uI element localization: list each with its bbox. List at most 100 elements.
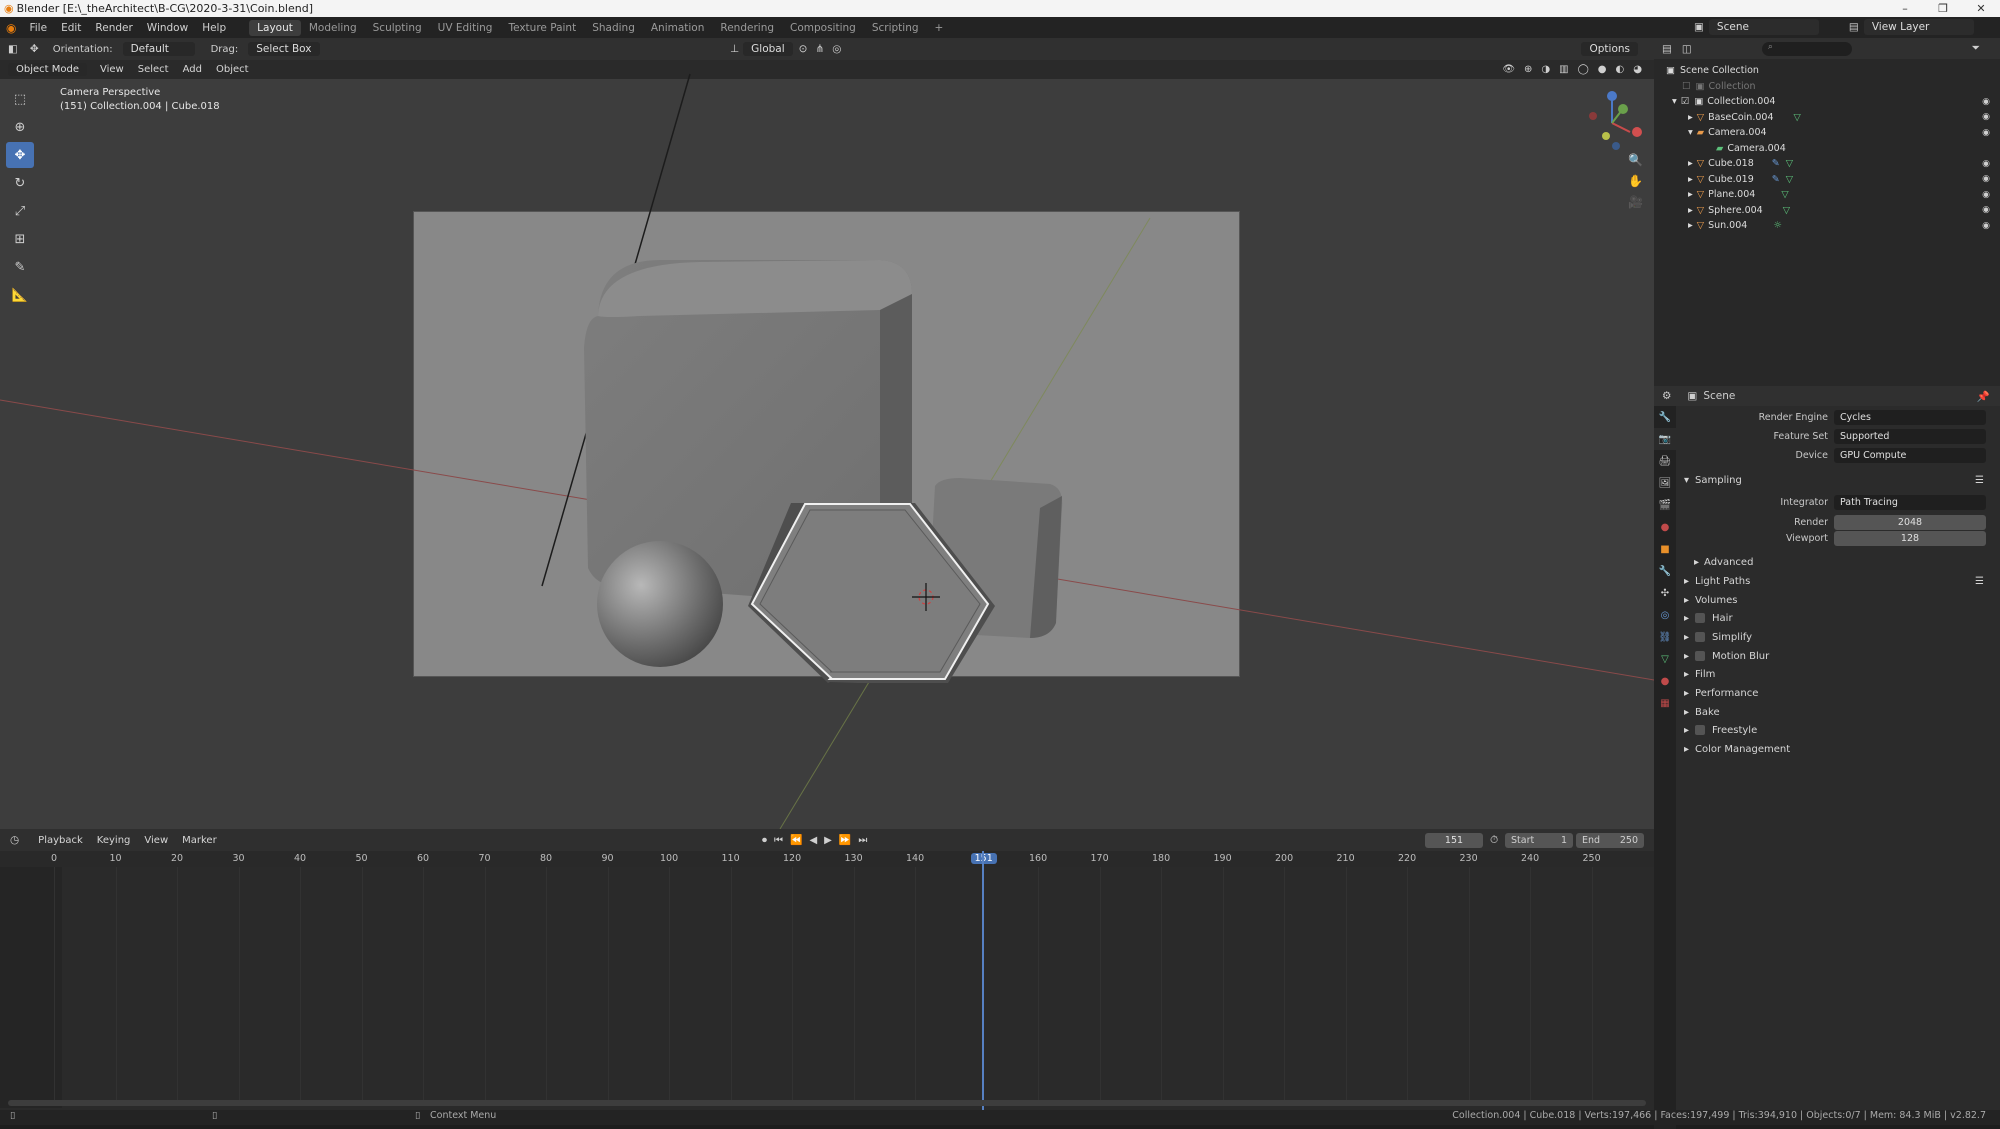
cursor-tool-icon[interactable]: ⊕ — [6, 114, 34, 140]
annotate-tool-icon[interactable]: ✎ — [6, 254, 34, 280]
presets-icon[interactable]: ☰ — [1975, 475, 1984, 486]
hair-checkbox[interactable] — [1695, 613, 1706, 623]
panel-color-management[interactable]: ▸ Color Management — [1684, 740, 1984, 758]
render-engine-dropdown[interactable]: Cycles — [1834, 410, 1986, 425]
gizmo-y-axis-icon[interactable] — [1618, 104, 1628, 114]
visibility-eye-icon[interactable]: ◉ — [1982, 128, 1990, 138]
expand-arrow-icon[interactable]: ▸ — [1688, 112, 1693, 123]
move-tool-icon[interactable]: ✥ — [6, 142, 34, 168]
visibility-eye-icon[interactable]: ◉ — [1982, 174, 1990, 184]
presets-icon[interactable]: ☰ — [1975, 576, 1984, 587]
output-tab-icon[interactable]: 🖨 — [1654, 450, 1676, 472]
texture-tab-icon[interactable]: ▦ — [1654, 692, 1676, 714]
visibility-eye-icon[interactable]: ◉ — [1982, 159, 1990, 169]
expand-arrow-icon[interactable]: ▸ — [1688, 174, 1693, 185]
tab-animation[interactable]: Animation — [643, 20, 713, 36]
modifier-tab-icon[interactable]: 🔧 — [1654, 560, 1676, 582]
close-button[interactable]: ✕ — [1962, 0, 2000, 17]
expand-arrow-icon[interactable]: ▸ — [1688, 158, 1693, 169]
display-mode-icon[interactable]: ◫ — [1682, 43, 1692, 55]
menu-window[interactable]: Window — [140, 22, 195, 34]
panel-simplify[interactable]: ▸ Simplify — [1684, 628, 1984, 646]
add-workspace-icon[interactable]: + — [927, 20, 952, 36]
gizmo-neg-z-icon[interactable] — [1612, 142, 1620, 150]
stopwatch-icon[interactable]: ⏱ — [1490, 834, 1498, 847]
panel-hair[interactable]: ▸ Hair — [1684, 609, 1984, 627]
expand-arrow-icon[interactable]: ▾ — [1672, 96, 1677, 107]
panel-bake[interactable]: ▸ Bake — [1684, 703, 1984, 721]
tab-layout[interactable]: Layout — [249, 19, 301, 36]
checkbox-icon[interactable]: ☐ — [1682, 81, 1691, 92]
expand-arrow-icon[interactable]: ▸ — [1688, 189, 1693, 200]
expand-arrow-icon[interactable]: ▾ — [1688, 127, 1693, 138]
panel-volumes[interactable]: ▸ Volumes — [1684, 591, 1984, 609]
outliner-row-collection-004[interactable]: ▾ ☑ ▣ Collection.004 ◉ — [1666, 94, 2000, 110]
timeline-editor[interactable]: ◷ Playback Keying View Marker ⏺ ⏮ ⏪ ◀ ▶ … — [0, 829, 1654, 1116]
tab-compositing[interactable]: Compositing — [782, 20, 864, 36]
gizmo-x-axis-icon[interactable] — [1632, 127, 1642, 137]
camera-view-icon[interactable]: 🎥 — [1628, 195, 1643, 209]
zoom-icon[interactable]: 🔍 — [1628, 153, 1643, 167]
outliner-row-plane[interactable]: ▸ ▽ Plane.004 ▽ ◉ — [1666, 187, 2000, 203]
gizmo-neg-y-icon[interactable] — [1602, 132, 1610, 140]
motion-blur-checkbox[interactable] — [1695, 651, 1706, 661]
tab-scripting[interactable]: Scripting — [864, 20, 927, 36]
render-tab-icon[interactable]: 📷 — [1654, 428, 1676, 450]
outliner-row-sphere[interactable]: ▸ ▽ Sphere.004 ▽ ◉ — [1666, 203, 2000, 219]
particles-tab-icon[interactable]: ✣ — [1654, 582, 1676, 604]
pan-hand-icon[interactable]: ✋ — [1628, 174, 1643, 188]
transform-tool-icon[interactable]: ⊞ — [6, 226, 34, 252]
jump-end-icon[interactable]: ⏭ — [858, 835, 867, 846]
timeline-editor-type-icon[interactable]: ◷ — [10, 834, 19, 846]
timeline-scrollbar[interactable] — [8, 1100, 1646, 1106]
rotate-tool-icon[interactable]: ↻ — [6, 170, 34, 196]
simplify-checkbox[interactable] — [1695, 632, 1706, 642]
integrator-dropdown[interactable]: Path Tracing — [1834, 495, 1986, 510]
scene-collection-row[interactable]: ▣ Scene Collection — [1666, 63, 2000, 79]
gizmo-neg-x-icon[interactable] — [1589, 112, 1597, 120]
end-frame-field[interactable]: End 250 — [1576, 832, 1644, 848]
measure-tool-icon[interactable]: 📐 — [6, 282, 34, 308]
outliner-row-camera[interactable]: ▾ ▰ Camera.004 ◉ — [1666, 125, 2000, 141]
scene-selector[interactable]: Scene — [1708, 19, 1819, 35]
tab-shading[interactable]: Shading — [584, 20, 643, 36]
frame-ruler[interactable]: 0 10 20 30 40 50 60 70 80 90 100 110 120 130 140 151 160… — [0, 851, 1654, 867]
visibility-eye-icon[interactable]: ◉ — [1982, 190, 1990, 200]
timeline-menu-keying[interactable]: Keying — [90, 834, 138, 847]
maximize-button[interactable]: ❐ — [1924, 0, 1962, 17]
view-layer-selector[interactable]: View Layer — [1863, 19, 1974, 35]
minimize-button[interactable]: – — [1886, 0, 1924, 17]
play-icon[interactable]: ▶ — [824, 835, 832, 846]
record-icon[interactable]: ⏺ — [762, 835, 767, 846]
tool-tab-icon[interactable]: 🔧 — [1654, 406, 1676, 428]
3d-viewport[interactable]: ◧ ✥ Orientation: Default Drag: Select Bo… — [0, 38, 1654, 829]
jump-start-icon[interactable]: ⏮ — [774, 835, 783, 846]
constraints-tab-icon[interactable]: ⛓ — [1654, 626, 1676, 648]
outliner-row-cube-018[interactable]: ▸ ▽ Cube.018 ✎ ▽ ◉ — [1666, 156, 2000, 172]
viewport-samples-field[interactable]: 128 — [1834, 531, 1986, 546]
tab-sculpting[interactable]: Sculpting — [365, 20, 430, 36]
outliner-search-field[interactable]: ⌕ — [1761, 41, 1852, 56]
timeline-menu-playback[interactable]: Playback — [31, 834, 90, 847]
render-samples-field[interactable]: 2048 — [1834, 515, 1986, 530]
panel-light-paths[interactable]: ▸ Light Paths ☰ — [1684, 572, 1984, 590]
device-dropdown[interactable]: GPU Compute — [1834, 448, 1986, 463]
checkbox-checked-icon[interactable]: ☑ — [1681, 96, 1690, 107]
outliner-row-collection[interactable]: ☐ ▣ Collection — [1666, 79, 2000, 95]
panel-performance[interactable]: ▸ Performance — [1684, 684, 1984, 702]
outliner-row-basecoin[interactable]: ▸ ▽ BaseCoin.004 ▽ ◉ — [1666, 110, 2000, 126]
blender-menu-icon[interactable]: ◉ — [0, 21, 22, 35]
current-frame-field[interactable]: 151 — [1425, 832, 1483, 848]
outliner-editor-type-icon[interactable]: ▤ — [1662, 43, 1672, 55]
play-reverse-icon[interactable]: ◀ — [809, 835, 817, 846]
visibility-eye-icon[interactable]: ◉ — [1982, 205, 1990, 215]
playhead-line[interactable] — [982, 851, 984, 1116]
visibility-eye-icon[interactable]: ◉ — [1982, 221, 1990, 231]
data-tab-icon[interactable]: ▽ — [1654, 648, 1676, 670]
freestyle-checkbox[interactable] — [1695, 725, 1706, 735]
properties-editor-type-icon[interactable]: ⚙ — [1662, 390, 1671, 402]
material-tab-icon[interactable]: ● — [1654, 670, 1676, 692]
world-tab-icon[interactable]: ● — [1654, 516, 1676, 538]
timeline-menu-view[interactable]: View — [137, 834, 175, 847]
select-tool-icon[interactable]: ⬚ — [6, 86, 34, 112]
